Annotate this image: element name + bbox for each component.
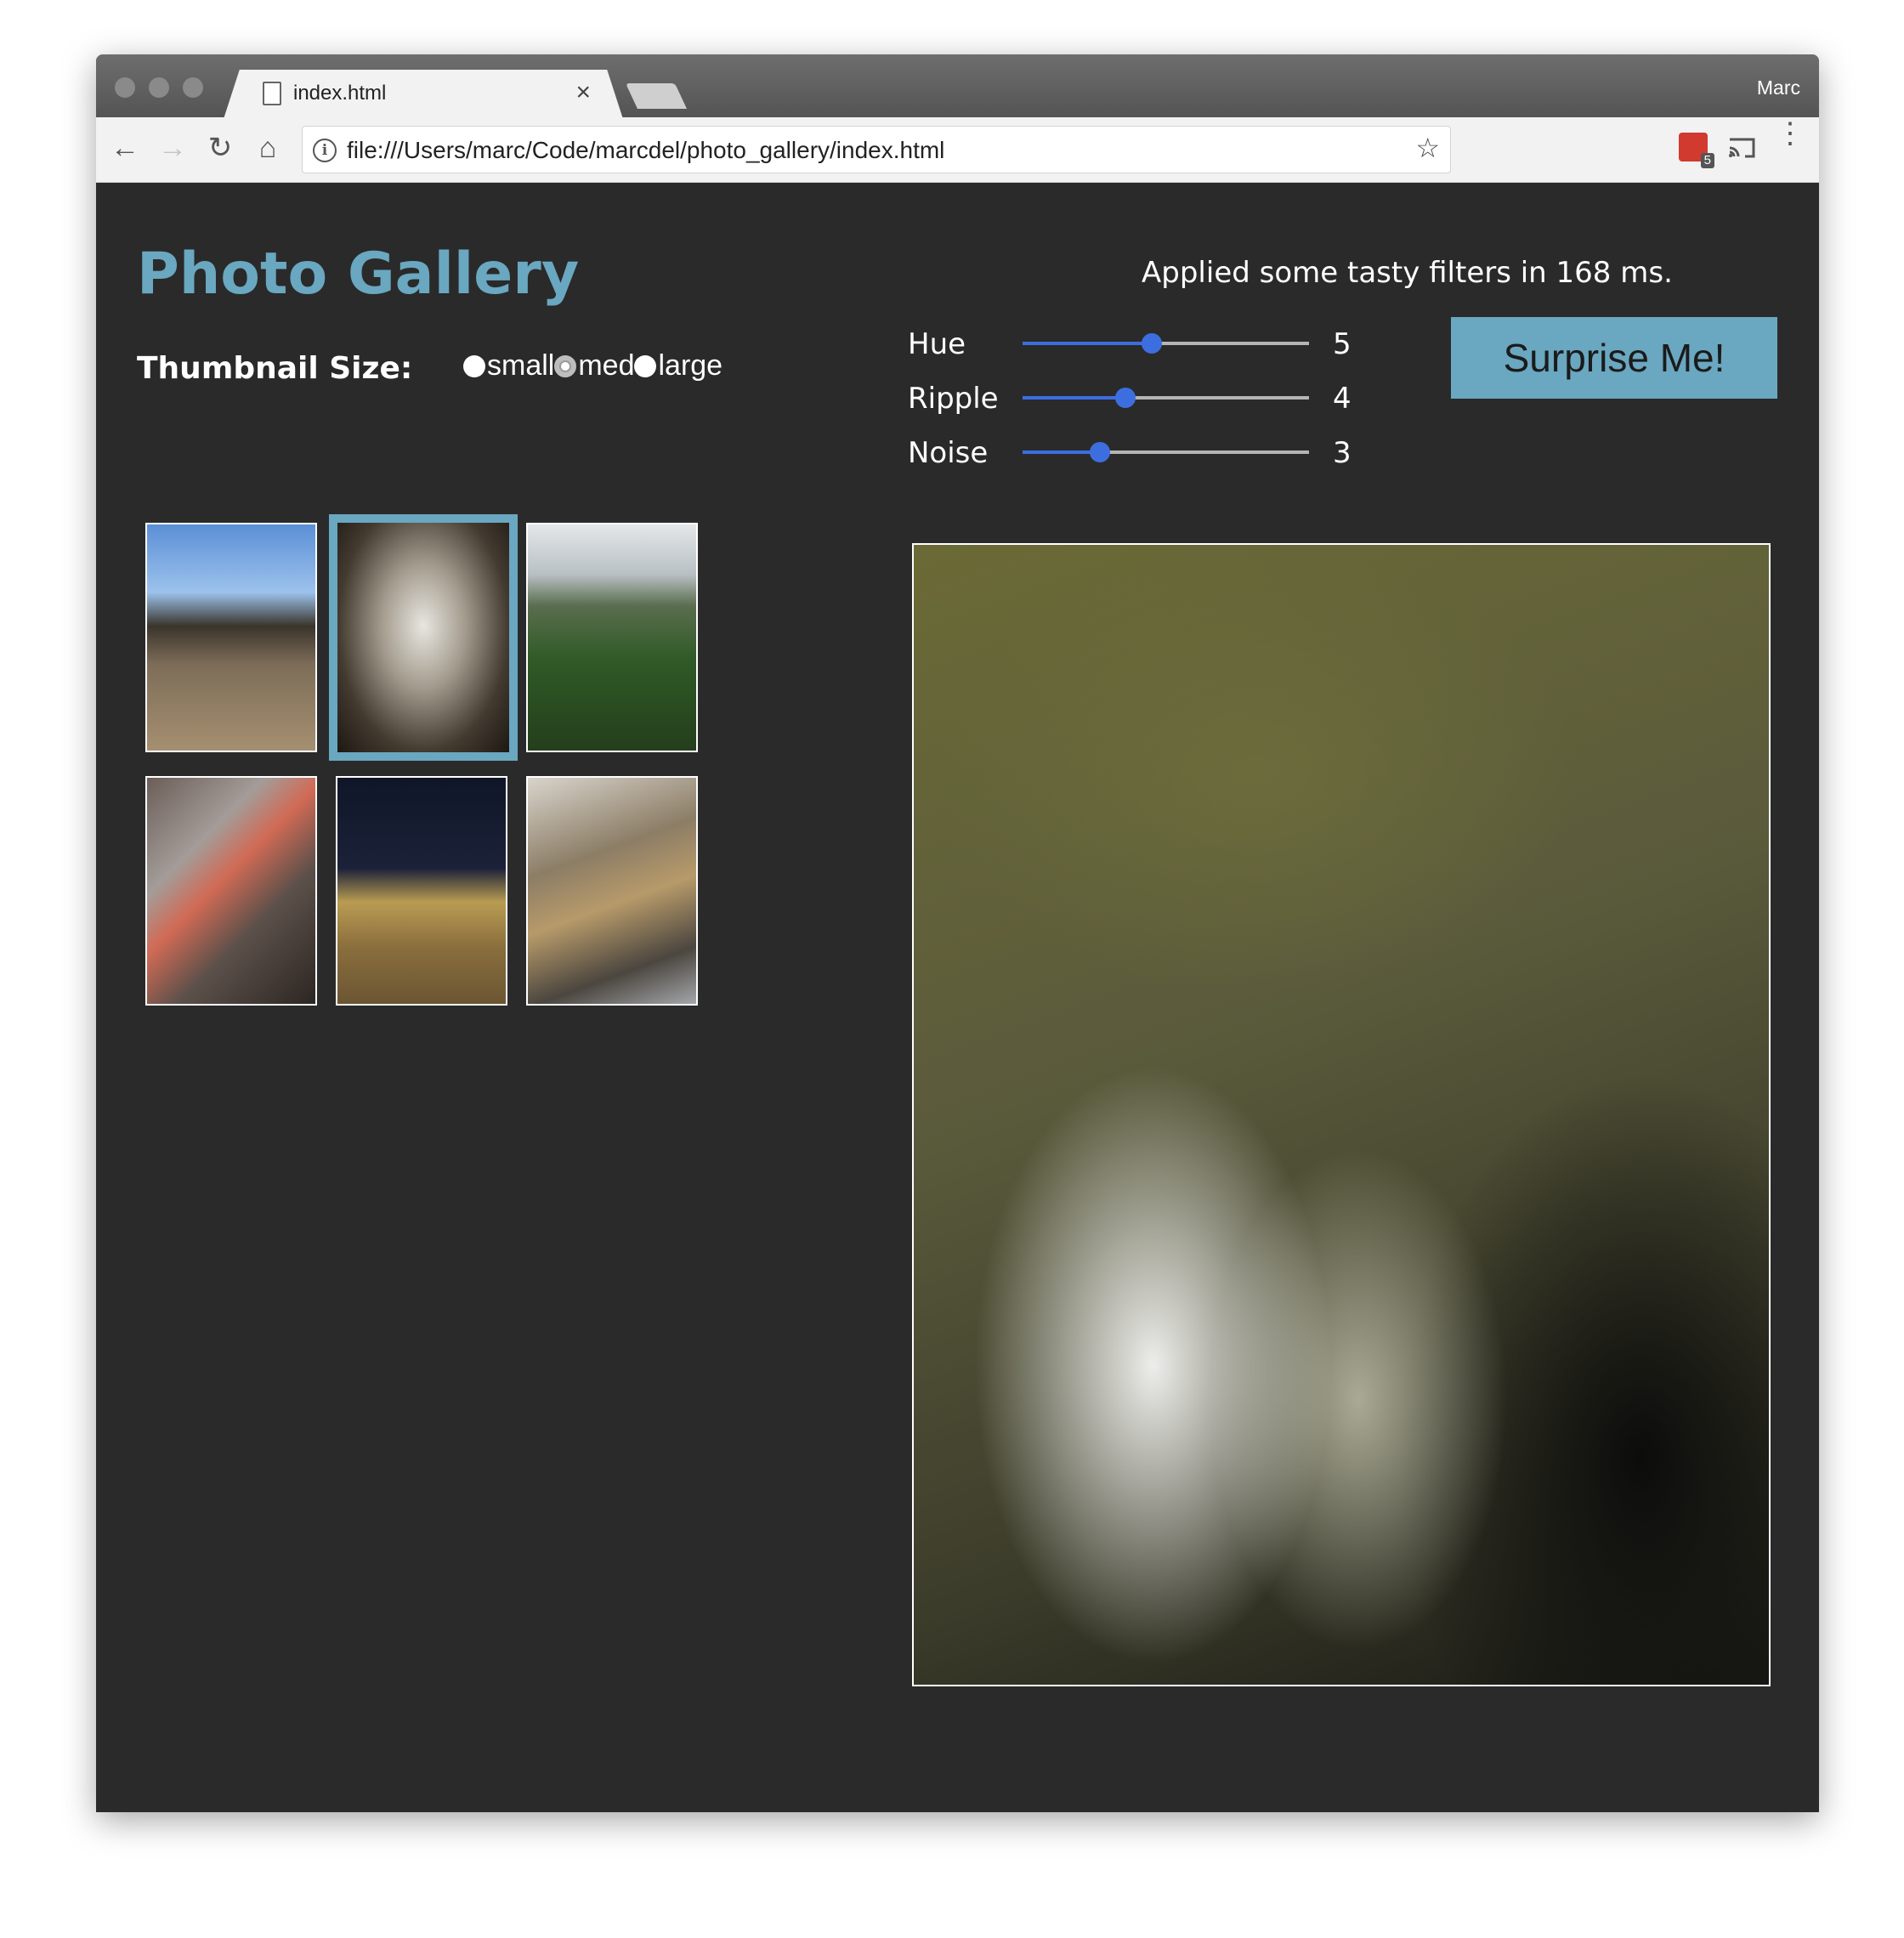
- slider-ripple: Ripple 4: [908, 378, 1384, 416]
- thumbnail-grid: [145, 514, 706, 1033]
- home-icon[interactable]: ⌂: [249, 129, 286, 167]
- info-icon[interactable]: i: [313, 139, 337, 162]
- slider-ripple-fill: [1023, 396, 1126, 400]
- tab-index[interactable]: index.html ×: [224, 70, 623, 119]
- page-content: Photo Gallery Thumbnail Size: small med …: [96, 183, 1819, 1812]
- browser-window: index.html × Marc ← → ↻ ⌂ i file:///User…: [96, 54, 1819, 1812]
- radio-med-label: med: [578, 349, 635, 382]
- tab-title: index.html: [293, 82, 387, 105]
- thumbnail-person-railing[interactable]: [145, 776, 317, 1006]
- address-bar[interactable]: i file:///Users/marc/Code/marcdel/photo_…: [302, 126, 1451, 173]
- browser-toolbar: ← → ↻ ⌂ i file:///Users/marc/Code/marcde…: [96, 117, 1819, 183]
- thumbnail-beach[interactable]: [145, 523, 317, 752]
- reload-icon[interactable]: ↻: [201, 129, 239, 167]
- slider-ripple-label: Ripple: [908, 382, 999, 416]
- minimize-window-icon[interactable]: [149, 77, 169, 98]
- slider-ripple-value: 4: [1333, 382, 1352, 416]
- slider-noise: Noise 3: [908, 433, 1384, 470]
- radio-large-dot[interactable]: [634, 354, 657, 377]
- filter-status-text: Applied some tasty filters in 168 ms.: [1142, 256, 1673, 290]
- slider-noise-label: Noise: [908, 436, 989, 470]
- browser-menu-icon[interactable]: ⋮: [1776, 119, 1805, 168]
- slider-noise-handle[interactable]: [1089, 442, 1110, 462]
- extension-icon[interactable]: 5: [1679, 133, 1714, 168]
- cast-icon[interactable]: [1723, 129, 1760, 167]
- radio-small-dot[interactable]: [463, 354, 485, 377]
- thumbnail-ship-in-bottle[interactable]: [526, 776, 698, 1006]
- thumbnail-concert[interactable]: [329, 514, 518, 761]
- thumbnail-jungle[interactable]: [526, 523, 698, 752]
- slider-ripple-handle[interactable]: [1115, 388, 1136, 408]
- slider-hue: Hue 5: [908, 324, 1384, 361]
- maximize-window-icon[interactable]: [183, 77, 203, 98]
- tab-strip: index.html × Marc: [96, 54, 1819, 119]
- slider-hue-value: 5: [1333, 327, 1352, 361]
- radio-small[interactable]: small: [463, 349, 554, 382]
- slider-hue-handle[interactable]: [1141, 333, 1162, 354]
- surprise-me-button[interactable]: Surprise Me!: [1451, 317, 1777, 399]
- thumbnail-size-radios: small med large: [463, 349, 722, 382]
- radio-large[interactable]: large: [634, 349, 722, 382]
- page-title: Photo Gallery: [137, 241, 580, 308]
- slider-noise-value: 3: [1333, 436, 1352, 470]
- slider-noise-fill: [1023, 450, 1100, 454]
- forward-arrow-icon[interactable]: →: [154, 129, 191, 167]
- document-icon: [263, 82, 281, 105]
- url-text[interactable]: file:///Users/marc/Code/marcdel/photo_ga…: [347, 137, 944, 164]
- tab-close-icon[interactable]: ×: [575, 78, 591, 107]
- slider-hue-fill: [1023, 342, 1152, 345]
- extension-badge: 5: [1700, 153, 1714, 168]
- back-arrow-icon[interactable]: ←: [106, 129, 144, 167]
- bookmark-star-icon[interactable]: ☆: [1415, 132, 1440, 164]
- thumbnail-night-pier[interactable]: [336, 776, 507, 1006]
- slider-ripple-track[interactable]: [1023, 388, 1309, 408]
- close-window-icon[interactable]: [115, 77, 135, 98]
- radio-med-dot[interactable]: [554, 354, 577, 377]
- new-tab-button[interactable]: [626, 83, 687, 109]
- profile-name[interactable]: Marc: [1757, 76, 1800, 99]
- slider-noise-track[interactable]: [1023, 442, 1309, 462]
- filtered-photo-preview: [912, 543, 1771, 1686]
- radio-med[interactable]: med: [554, 349, 634, 382]
- radio-small-label: small: [487, 349, 555, 382]
- radio-large-label: large: [658, 349, 723, 382]
- thumbnail-size-label: Thumbnail Size:: [137, 351, 413, 386]
- slider-hue-track[interactable]: [1023, 333, 1309, 354]
- slider-hue-label: Hue: [908, 327, 966, 361]
